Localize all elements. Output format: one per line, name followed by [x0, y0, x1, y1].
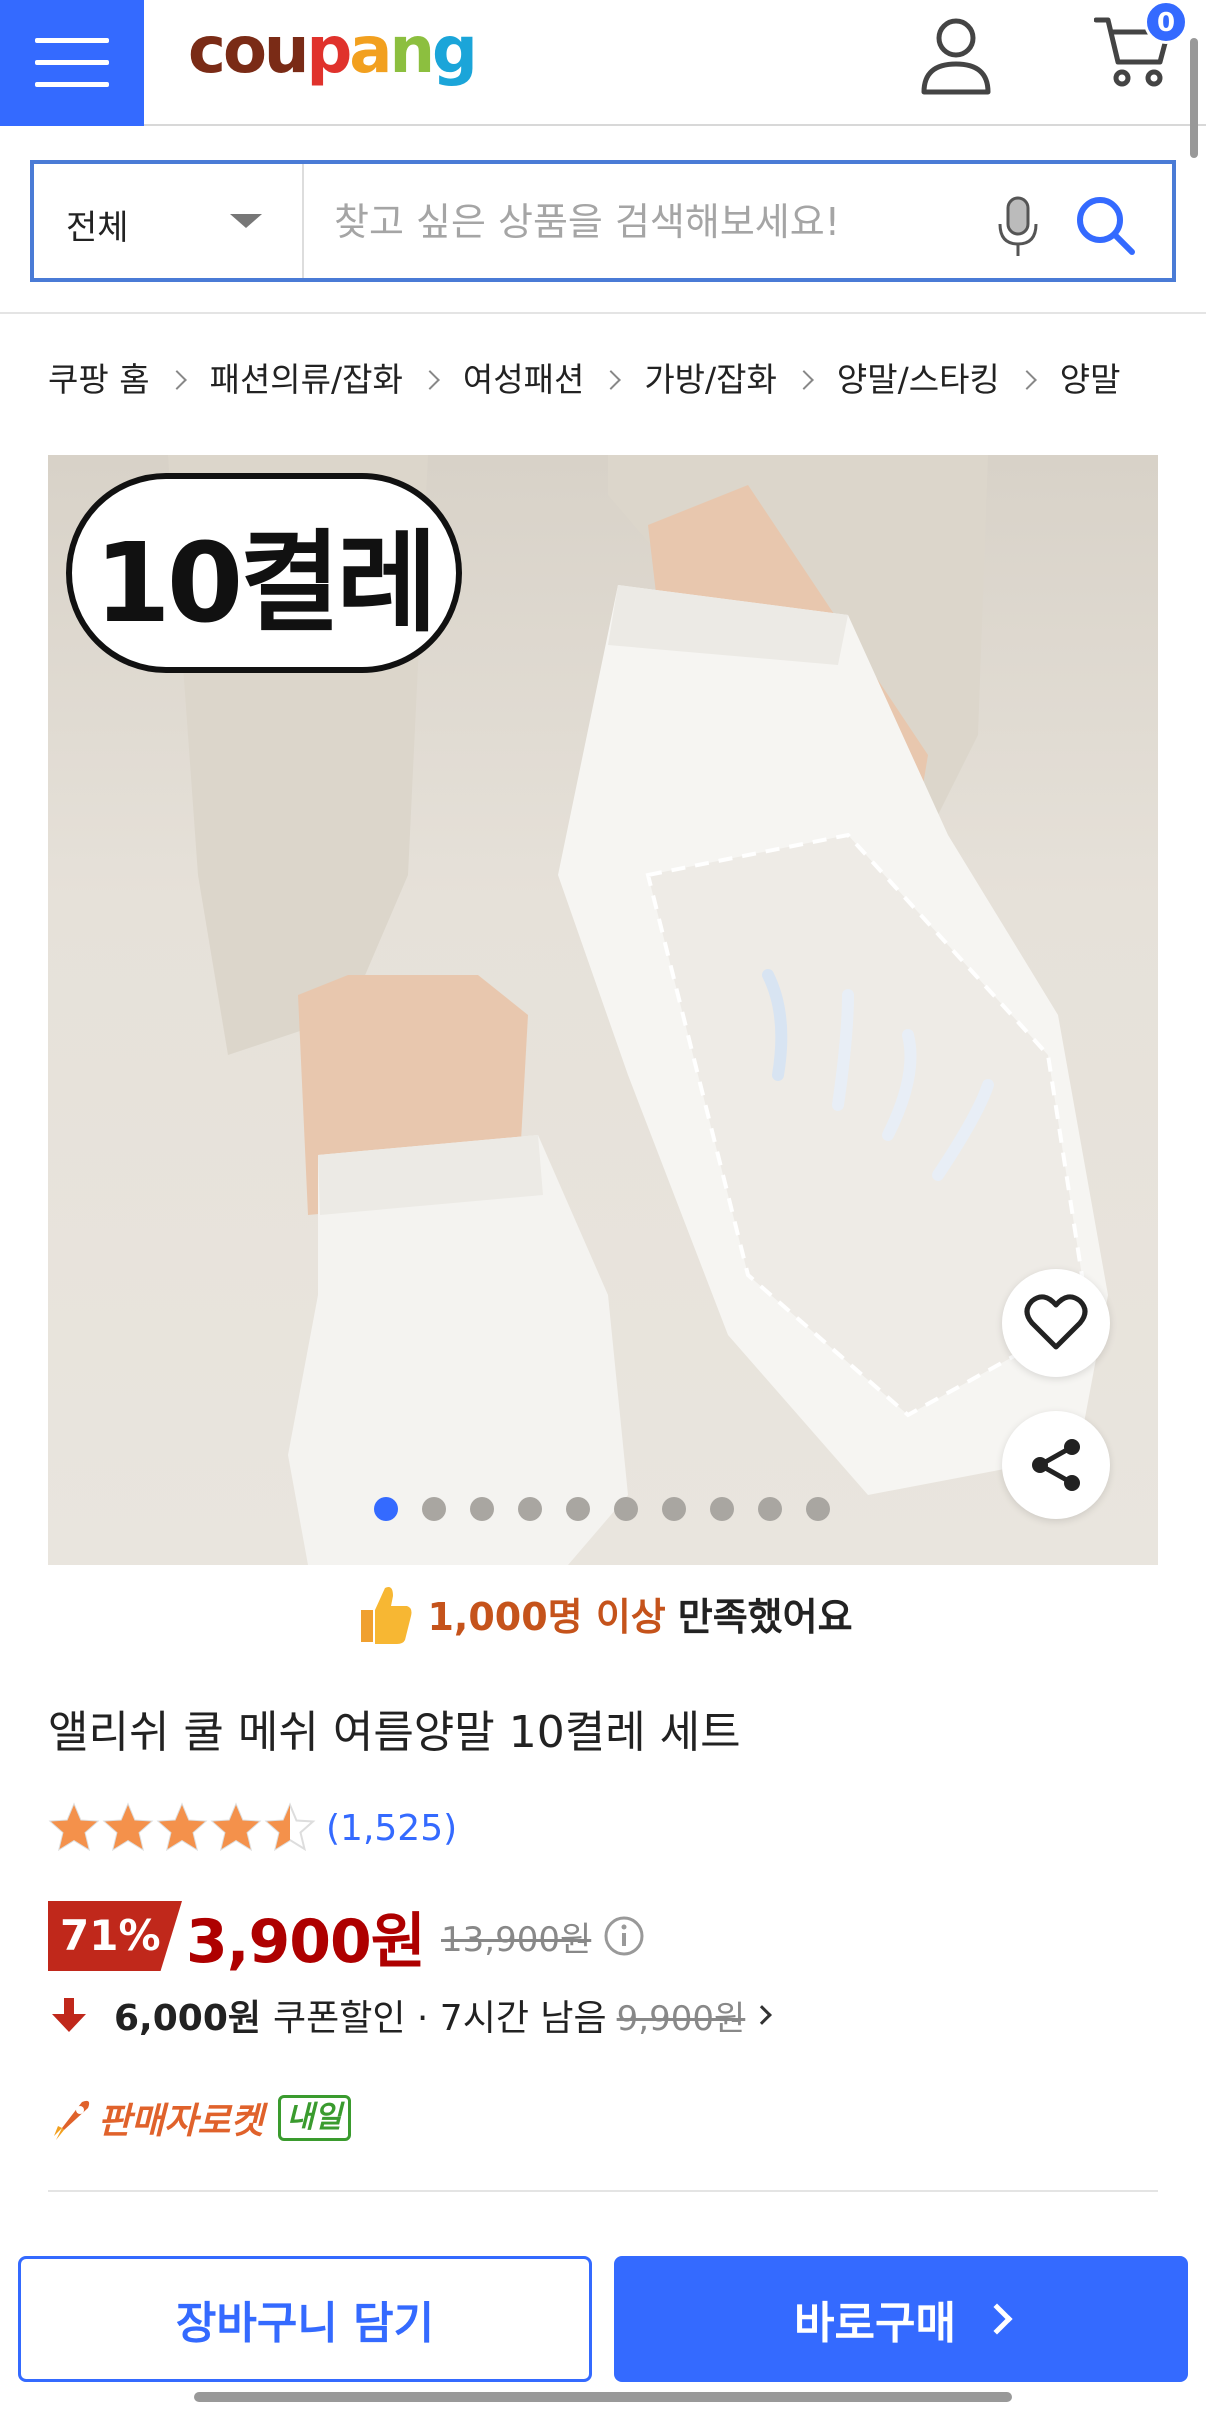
- product-image-carousel[interactable]: 10켤레: [48, 455, 1158, 1565]
- user-account-icon[interactable]: [918, 16, 994, 96]
- carousel-dot[interactable]: [470, 1497, 494, 1521]
- satisfaction-banner: 1,000명 이상 만족했어요: [0, 1578, 1206, 1648]
- info-icon[interactable]: [603, 1915, 645, 1957]
- carousel-dot[interactable]: [710, 1497, 734, 1521]
- carousel-dot[interactable]: [758, 1497, 782, 1521]
- home-indicator: [194, 2392, 1012, 2402]
- coupon-amount: 6,000원: [114, 1998, 261, 2039]
- search-category-label: 전체: [66, 208, 129, 248]
- carousel-dot[interactable]: [806, 1497, 830, 1521]
- carousel-dots: [374, 1497, 830, 1521]
- scrollbar[interactable]: [1190, 38, 1198, 158]
- buy-now-label: 바로구매: [794, 2298, 956, 2349]
- carousel-dot[interactable]: [566, 1497, 590, 1521]
- add-to-cart-label: 장바구니 담기: [175, 2298, 435, 2349]
- product-title: 앨리쉬 쿨 메쉬 여름양말 10켤레 세트: [48, 1707, 741, 1758]
- breadcrumb-item[interactable]: 양말/스타킹: [837, 353, 1000, 401]
- menu-line-icon: [35, 82, 109, 87]
- breadcrumb-item[interactable]: 쿠팡 홈: [48, 353, 150, 401]
- coupon-discount-row[interactable]: 6,000원 쿠폰할인 · 7시간 남음 9,900원: [48, 1986, 773, 2044]
- top-header: coupang 0: [0, 0, 1206, 126]
- breadcrumb-item[interactable]: 패션의류/잡화: [210, 353, 403, 401]
- search-bar: 전체: [30, 160, 1176, 282]
- carousel-dot[interactable]: [518, 1497, 542, 1521]
- breadcrumb-item[interactable]: 가방/잡화: [644, 353, 777, 401]
- add-to-cart-button[interactable]: 장바구니 담기: [18, 2256, 592, 2382]
- sale-price: 3,900원: [186, 1906, 426, 1977]
- original-price: 13,900원: [441, 1919, 592, 1960]
- cart-count-badge: 0: [1144, 0, 1188, 44]
- star-rating: [48, 1802, 318, 1854]
- share-icon: [1032, 1439, 1080, 1491]
- search-category-select[interactable]: 전체: [34, 164, 304, 278]
- coupon-price-before: 9,900원: [616, 1998, 746, 2039]
- pack-count-badge: 10켤레: [66, 473, 462, 673]
- chevron-right-icon: [981, 2303, 1013, 2335]
- breadcrumb-item[interactable]: 양말: [1060, 353, 1121, 401]
- chevron-right-icon: [419, 370, 440, 390]
- price-row: 71% 3,900원 13,900원: [48, 1896, 645, 1977]
- discount-badge: 71%: [48, 1901, 182, 1971]
- breadcrumb-item[interactable]: 여성패션: [463, 353, 584, 401]
- thumbs-up-icon: [361, 1587, 412, 1644]
- heart-icon: [1024, 1294, 1088, 1350]
- star-icon: [102, 1802, 154, 1852]
- carousel-dot[interactable]: [374, 1497, 398, 1521]
- carousel-dot[interactable]: [662, 1497, 686, 1521]
- search-icon[interactable]: [1070, 190, 1140, 260]
- chevron-right-icon: [166, 370, 187, 390]
- search-input[interactable]: [334, 194, 994, 250]
- caret-down-icon: [230, 214, 262, 228]
- menu-line-icon: [35, 38, 109, 43]
- satisfaction-count: 1,000명 이상: [427, 1594, 666, 1639]
- delivery-tomorrow-badge: 내일: [277, 2095, 351, 2141]
- breadcrumb: 쿠팡 홈 패션의류/잡화 여성패션 가방/잡화 양말/스타킹 양말: [48, 352, 1121, 402]
- carousel-dot[interactable]: [422, 1497, 446, 1521]
- menu-line-icon: [35, 60, 109, 65]
- star-icon: [156, 1802, 208, 1852]
- satisfaction-text: 만족했어요: [677, 1594, 853, 1639]
- wishlist-button[interactable]: [1002, 1269, 1110, 1377]
- coupang-logo[interactable]: coupang: [188, 6, 478, 96]
- seller-rocket-label: 판매자로켓: [98, 2101, 264, 2142]
- coupon-text: 쿠폰할인 · 7시간 남음: [273, 1998, 607, 2039]
- hamburger-menu-button[interactable]: [0, 0, 144, 126]
- arrow-down-icon: [52, 1998, 86, 2032]
- star-icon: [264, 1802, 316, 1852]
- divider: [48, 2190, 1158, 2192]
- review-count-link[interactable]: (1,525): [326, 1808, 457, 1849]
- product-rating[interactable]: (1,525): [48, 1800, 457, 1856]
- share-button[interactable]: [1002, 1411, 1110, 1519]
- chevron-right-icon: [1016, 370, 1037, 390]
- carousel-dot[interactable]: [614, 1497, 638, 1521]
- star-icon: [48, 1802, 100, 1852]
- divider: [0, 312, 1206, 314]
- chevron-right-icon: [752, 2005, 773, 2025]
- rocket-icon: [54, 2100, 90, 2140]
- microphone-icon[interactable]: [994, 196, 1042, 260]
- chevron-right-icon: [601, 370, 622, 390]
- buy-now-button[interactable]: 바로구매: [614, 2256, 1188, 2382]
- chevron-right-icon: [793, 370, 814, 390]
- delivery-badge-row: 판매자로켓 내일: [48, 2090, 351, 2146]
- star-icon: [210, 1802, 262, 1852]
